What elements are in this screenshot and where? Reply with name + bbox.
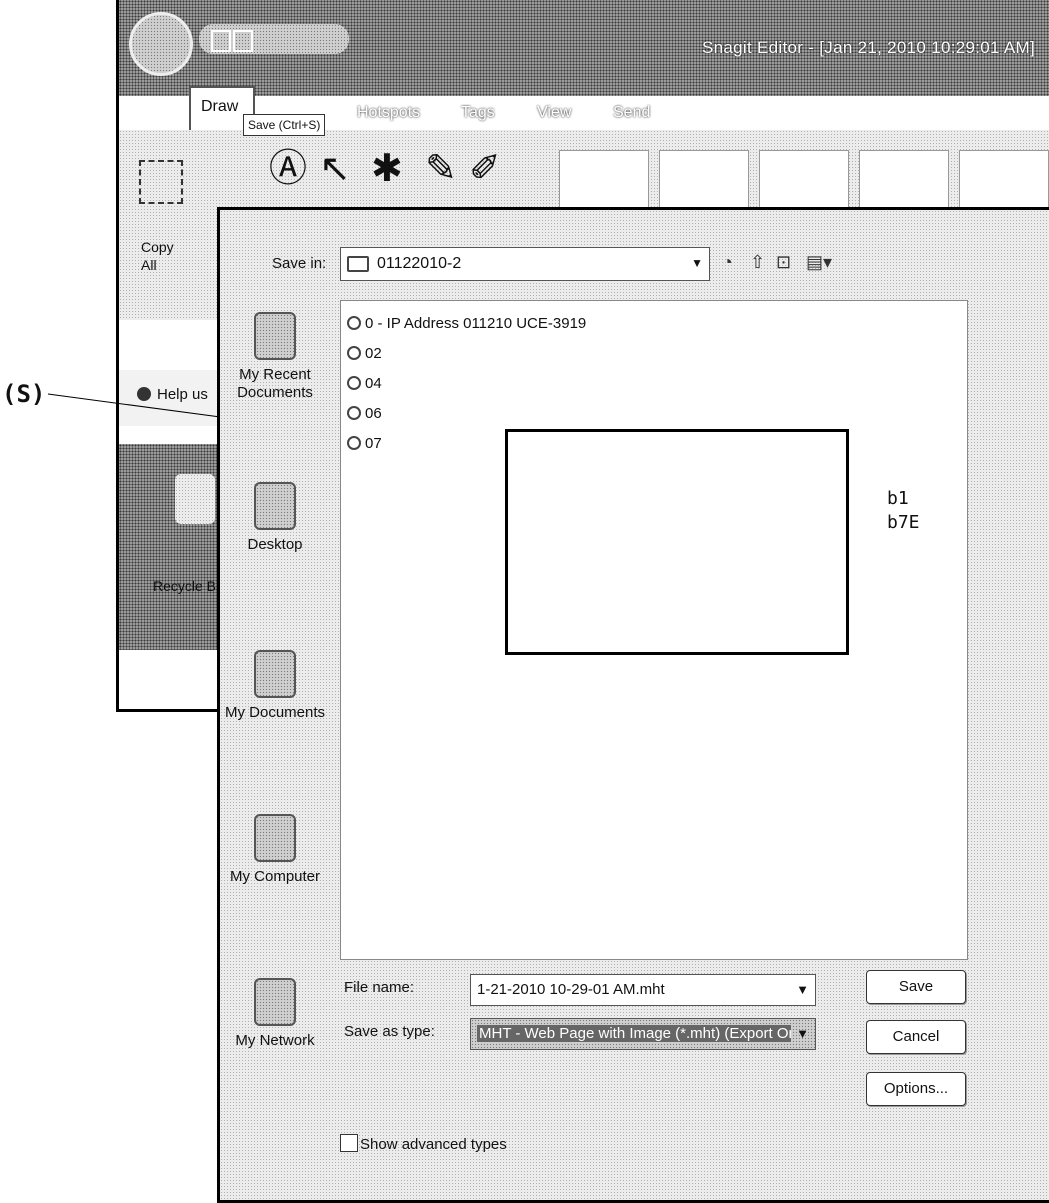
arrow-tool-icon[interactable]: ↖ <box>319 150 351 188</box>
file-name: 02 <box>365 345 382 362</box>
chevron-down-icon[interactable]: ▼ <box>796 1026 809 1041</box>
place-label: Desktop <box>247 536 303 553</box>
list-item[interactable]: 0 - IP Address 011210 UCE-3919 <box>347 315 586 335</box>
help-bar-text: Help us <box>157 386 208 403</box>
highlighter-tool-icon[interactable]: ✐ <box>469 150 501 188</box>
web-archive-icon <box>347 436 361 450</box>
file-name: 06 <box>365 405 382 422</box>
views-menu-icon[interactable]: ▤▾ <box>806 252 832 273</box>
desktop-icon <box>254 482 296 530</box>
chevron-down-icon: ▼ <box>691 256 703 270</box>
copy-all-label: Copy All <box>141 239 174 273</box>
web-archive-icon <box>347 316 361 330</box>
file-name-label: File name: <box>344 979 415 996</box>
place-my-network[interactable]: My Network <box>220 978 330 1050</box>
file-name-value: 1-21-2010 10-29-01 AM.mht <box>477 981 665 998</box>
list-item[interactable]: 04 <box>347 375 382 395</box>
folder-icon <box>347 256 369 272</box>
save-in-row: Save in: 01122010-2 ▼ ◔ ⇧ ⊡ ▤▾ <box>220 240 1049 290</box>
place-label: My Computer <box>229 868 321 885</box>
my-documents-icon <box>254 650 296 698</box>
undo-icon[interactable] <box>233 30 253 52</box>
place-my-documents[interactable]: My Documents <box>220 650 330 722</box>
callout-label: (S) <box>2 380 46 408</box>
place-my-recent-documents[interactable]: My Recent Documents <box>220 312 330 402</box>
tab-hotspots[interactable]: Hotspots <box>357 104 420 122</box>
checkbox-box[interactable] <box>340 1134 358 1152</box>
up-folder-icon[interactable]: ⇧ <box>750 252 765 273</box>
place-label: My Recent Documents <box>237 366 313 401</box>
file-name-field[interactable]: 1-21-2010 10-29-01 AM.mht ▼ <box>470 974 816 1006</box>
my-computer-icon <box>254 814 296 862</box>
redaction-codes: b1 b7E <box>887 487 920 535</box>
redaction-box <box>505 429 849 655</box>
redaction-code: b7E <box>887 512 920 533</box>
file-name: 0 - IP Address 011210 UCE-3919 <box>365 315 587 332</box>
list-item[interactable]: 02 <box>347 345 382 365</box>
quick-access-toolbar <box>199 24 349 54</box>
title-bar: Snagit Editor - [Jan 21, 2010 10:29:01 A… <box>119 0 1049 96</box>
place-label: My Documents <box>224 704 326 721</box>
tab-tags[interactable]: Tags <box>461 104 495 122</box>
save-as-type-value: MHT - Web Page with Image (*.mht) (Expor… <box>477 1025 791 1042</box>
stamp-tool-icon[interactable]: ✱ <box>371 150 403 188</box>
recent-documents-icon <box>254 312 296 360</box>
web-archive-icon <box>347 406 361 420</box>
folder-name: 01122010-2 <box>377 255 462 272</box>
web-archive-icon <box>347 376 361 390</box>
list-item[interactable]: 07 <box>347 435 382 455</box>
redaction-code: b1 <box>887 488 909 509</box>
show-advanced-types-label: Show advanced types <box>360 1136 507 1153</box>
recycle-bin-label: Recycle Bin <box>153 578 227 594</box>
callout-tool-icon[interactable]: Ⓐ <box>269 150 307 188</box>
info-icon <box>137 387 151 401</box>
place-desktop[interactable]: Desktop <box>220 482 330 554</box>
tab-send[interactable]: Send <box>613 104 650 122</box>
save-button[interactable]: Save <box>866 970 966 1004</box>
copy-all-icon[interactable] <box>139 160 183 204</box>
pen-tool-icon[interactable]: ✎ <box>425 150 457 188</box>
save-as-dialog: Save in: 01122010-2 ▼ ◔ ⇧ ⊡ ▤▾ My Recent… <box>217 207 1049 1203</box>
file-name: 04 <box>365 375 382 392</box>
chevron-down-icon[interactable]: ▼ <box>796 982 809 997</box>
place-label: My Network <box>235 1032 315 1049</box>
save-as-type-dropdown[interactable]: MHT - Web Page with Image (*.mht) (Expor… <box>470 1018 816 1050</box>
window-title: Snagit Editor - [Jan 21, 2010 10:29:01 A… <box>702 38 1035 57</box>
list-item[interactable]: 06 <box>347 405 382 425</box>
save-tooltip: Save (Ctrl+S) <box>243 114 326 136</box>
new-folder-icon[interactable]: ⊡ <box>776 252 791 273</box>
tab-view[interactable]: View <box>537 104 571 122</box>
save-as-type-label: Save as type: <box>344 1023 435 1040</box>
cancel-button[interactable]: Cancel <box>866 1020 966 1054</box>
file-list[interactable]: 0 - IP Address 011210 UCE-3919 02 04 06 … <box>340 300 968 960</box>
application-button[interactable] <box>129 12 193 76</box>
web-archive-icon <box>347 346 361 360</box>
save-in-label: Save in: <box>272 255 327 272</box>
places-bar: My Recent Documents Desktop My Documents… <box>220 300 330 1180</box>
place-my-computer[interactable]: My Computer <box>220 814 330 886</box>
file-name: 07 <box>365 435 382 452</box>
recycle-bin-icon[interactable] <box>175 474 215 524</box>
save-icon[interactable] <box>211 30 231 52</box>
back-icon[interactable]: ◔ <box>722 252 733 273</box>
save-in-dropdown[interactable]: 01122010-2 ▼ <box>340 247 710 281</box>
show-advanced-types-checkbox[interactable]: Show advanced types <box>340 1134 507 1153</box>
my-network-icon <box>254 978 296 1026</box>
options-button[interactable]: Options... <box>866 1072 966 1106</box>
